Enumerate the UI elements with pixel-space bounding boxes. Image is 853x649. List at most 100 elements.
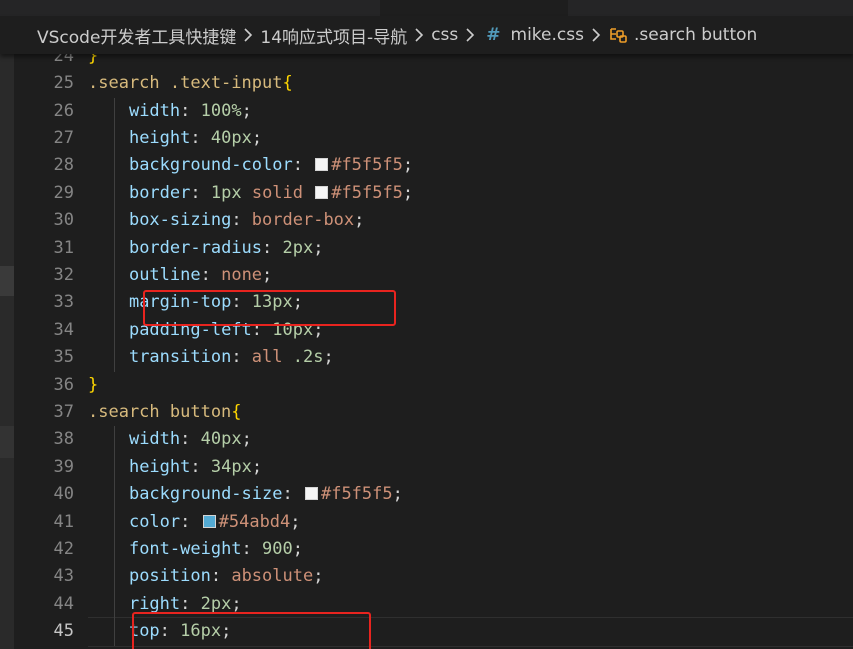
breadcrumb-item-symbol[interactable]: .search button	[632, 25, 759, 45]
css-number-value: 100%	[200, 100, 242, 121]
code-line[interactable]: color: #54abd4;	[88, 509, 853, 536]
code-line[interactable]: border-radius: 2px;	[88, 235, 853, 262]
code-text: ;	[251, 456, 263, 477]
line-number: 27	[53, 128, 74, 148]
breadcrumb: VScode开发者工具快捷键 14响应式项目-导航 css # mike.css…	[0, 16, 853, 54]
code-text: :	[262, 237, 283, 258]
editor-tab-active[interactable]	[380, 0, 568, 16]
line-number: 36	[53, 374, 74, 395]
css-keyword-value: #54abd4	[218, 511, 291, 532]
code-line[interactable]: border: 1px solid #f5f5f5;	[88, 180, 853, 207]
css-property: color	[128, 511, 181, 532]
code-text: ;	[262, 265, 273, 285]
css-property: border	[128, 182, 191, 203]
code-line[interactable]: height: 34px;	[88, 454, 853, 481]
panel-edge-marker	[0, 426, 14, 458]
css-number-value: 40px	[200, 429, 242, 450]
breadcrumb-item-project[interactable]: 14响应式项目-导航	[258, 23, 409, 48]
code-text: ;	[392, 484, 403, 505]
css-keyword-value: none	[221, 265, 263, 285]
line-number-gutter: 24 25 26 27 28 29 30 31 32 33 34 35 36 37 38 39 40 41 42 43…	[14, 46, 88, 649]
code-line[interactable]: box-sizing: border-box;	[88, 207, 853, 234]
code-line[interactable]: width: 40px;	[88, 426, 853, 453]
indent-guide	[114, 426, 115, 646]
line-number: 37	[53, 402, 74, 422]
tab-strip	[0, 0, 853, 16]
code-line[interactable]: }	[88, 54, 853, 70]
css-keyword-value: #f5f5f5	[331, 182, 403, 203]
code-line[interactable]: background-size: #f5f5f5;	[88, 481, 853, 508]
css-number-value: 2px	[282, 237, 314, 258]
code-text: :	[190, 456, 211, 477]
line-number: 30	[53, 210, 74, 231]
css-number-value: .2s	[292, 347, 324, 368]
code-line[interactable]: height: 40px;	[88, 125, 853, 152]
css-property: height	[128, 456, 191, 477]
code-text: :	[231, 347, 252, 368]
color-swatch-icon[interactable]	[202, 514, 216, 528]
breadcrumb-item-folder[interactable]: css	[429, 25, 460, 45]
line-number: 43	[53, 566, 74, 587]
code-editor[interactable]: } .search .text-input{ width: 100%; heigh…	[88, 54, 853, 649]
line-number: 45	[53, 621, 74, 642]
code-line[interactable]: }	[88, 372, 853, 399]
line-number: 29	[53, 182, 74, 203]
code-line[interactable]: width: 100%;	[88, 98, 853, 125]
css-keyword-value: #f5f5f5	[320, 484, 393, 505]
code-text: :	[180, 100, 201, 121]
code-line[interactable]: transition: all .2s;	[88, 344, 853, 371]
code-text: :	[231, 210, 252, 231]
code-line[interactable]: outline: none;	[88, 262, 853, 289]
css-number-value: 40px	[210, 128, 252, 148]
color-swatch-icon[interactable]	[304, 487, 318, 501]
line-number: 31	[53, 237, 74, 258]
code-text: ;	[402, 182, 414, 203]
css-property: height	[128, 128, 191, 148]
code-text: :	[190, 182, 211, 203]
code-line[interactable]: .search button{	[88, 399, 853, 426]
css-number-value: 34px	[210, 456, 252, 477]
line-number: 33	[53, 292, 74, 313]
code-text: ;	[290, 511, 301, 532]
code-text: ;	[354, 210, 365, 231]
indent-guide	[114, 97, 115, 372]
css-property: width	[128, 100, 181, 121]
code-text: :	[180, 511, 201, 532]
code-text: ;	[292, 539, 303, 559]
code-line[interactable]: font-weight: 900;	[88, 536, 853, 563]
color-swatch-icon[interactable]	[315, 185, 329, 199]
css-keyword-value: absolute	[231, 566, 314, 587]
red-highlight-box	[132, 611, 371, 649]
css-brace: }	[88, 374, 99, 395]
code-text: :	[190, 128, 211, 148]
code-line[interactable]: .search .text-input{	[88, 70, 853, 97]
line-number: 34	[53, 319, 74, 340]
breadcrumb-item-file[interactable]: mike.css	[509, 25, 586, 45]
code-text: :	[292, 155, 314, 176]
css-property: background-size	[128, 484, 283, 505]
css-selector: .search .text-input	[88, 73, 283, 94]
css-property: width	[128, 429, 181, 450]
code-line[interactable]: position: absolute;	[88, 563, 853, 590]
color-swatch-icon[interactable]	[315, 158, 329, 172]
code-line[interactable]: background-color: #f5f5f5;	[88, 152, 853, 179]
css-property: position	[128, 566, 211, 587]
css-brace: {	[231, 402, 242, 422]
code-text: ;	[241, 100, 252, 121]
css-keyword-value: solid	[251, 182, 304, 203]
breadcrumb-item-workspace[interactable]: VScode开发者工具快捷键	[0, 23, 238, 48]
css-property: right	[128, 593, 181, 614]
